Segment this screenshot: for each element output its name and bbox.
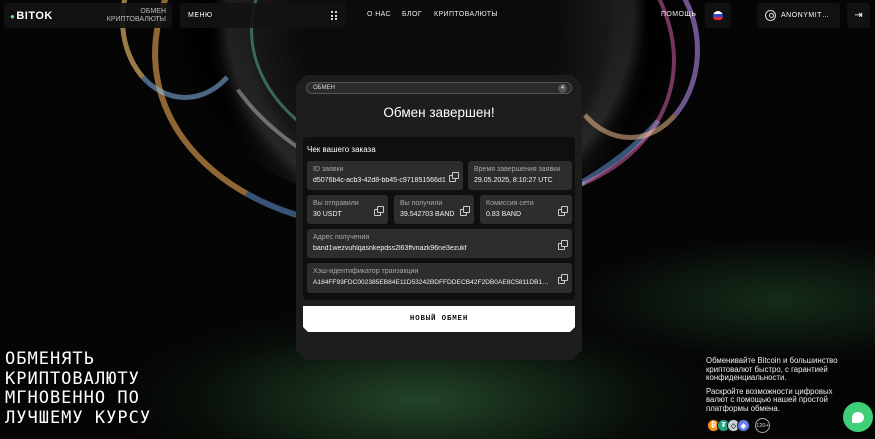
promo-paragraph: Обменивайте Bitcoin и большинство крипто… xyxy=(706,356,838,383)
flag-ru-icon xyxy=(713,10,723,21)
menu-label: МЕНЮ xyxy=(188,12,213,19)
logo-text: BITOK xyxy=(16,9,53,22)
nav-link-cryptocurrencies[interactable]: КРИПТОВАЛЮТЫ xyxy=(434,11,498,18)
copy-icon[interactable] xyxy=(558,274,568,284)
user-icon xyxy=(765,10,776,21)
copy-icon[interactable] xyxy=(449,172,459,182)
supported-coins: ₿ ₮ ◇ ◆ 120+ xyxy=(707,418,770,433)
nav-link-about[interactable]: О НАС xyxy=(367,11,391,18)
copy-icon[interactable] xyxy=(558,206,568,216)
grid-icon xyxy=(331,11,338,20)
nav-link-blog[interactable]: БЛОГ xyxy=(402,11,422,18)
field-label: Время завершения заявки xyxy=(474,166,561,173)
field-label: ID заявки xyxy=(313,166,344,173)
field-value: 0.83 BAND xyxy=(486,211,522,218)
chat-button[interactable] xyxy=(843,402,873,432)
progress-step-badge: 4 xyxy=(558,83,567,93)
top-header: ●BITOK ОБМЕН КРИПТОВАЛЮТЫ МЕНЮ О НАС БЛО… xyxy=(0,3,875,28)
field-label: Комиссия сети xyxy=(486,200,534,207)
language-switcher[interactable] xyxy=(705,3,731,28)
field-label: Вы получили xyxy=(400,200,443,207)
copy-icon[interactable] xyxy=(374,206,384,216)
hero-heading: ОБМЕНЯТЬ КРИПТОВАЛЮТУ МГНОВЕННО ПО ЛУЧШЕ… xyxy=(5,349,205,428)
hero-line: ЛУЧШЕМУ КУРСУ xyxy=(5,407,152,428)
modal-title: Обмен завершен! xyxy=(383,105,495,120)
field-label: Вы отправили xyxy=(313,200,359,207)
field-value: 30 USDT xyxy=(313,211,342,218)
field-value: 29.05.2025, 8:10:27 UTC xyxy=(474,177,553,184)
receipt-title: Чек вашего заказа xyxy=(307,145,376,154)
user-menu[interactable]: ANONYMIT… xyxy=(757,3,840,28)
field-value: d5076b4c-acb3-42d8-bb45-c971851566d1 xyxy=(313,177,446,184)
exchange-complete-modal: ОБМЕН 4 Обмен завершен! Чек вашего заказ… xyxy=(296,75,582,360)
chat-icon xyxy=(852,411,864,423)
logout-icon: ⇥ xyxy=(854,10,863,21)
field-tx-hash: Хэш-идентификатор транзакции A184FF93FDC… xyxy=(307,263,572,293)
logo-dot-icon: ● xyxy=(10,11,16,21)
field-receive-address: Адрес получения band1wezvuhlqasnkepdss2l… xyxy=(307,229,572,258)
order-receipt: Чек вашего заказа ID заявки d5076b4c-acb… xyxy=(303,137,575,300)
field-received: Вы получили 39.542703 BAND xyxy=(394,195,474,224)
logo-block[interactable]: ●BITOK ОБМЕН КРИПТОВАЛЮТЫ xyxy=(4,3,172,28)
field-network-fee: Комиссия сети 0.83 BAND xyxy=(480,195,572,224)
promo-paragraph: Раскройте возможности цифровых валют с п… xyxy=(706,386,833,413)
logout-button[interactable]: ⇥ xyxy=(847,3,870,28)
hero-line: КРИПТОВАЛЮТУ xyxy=(5,368,140,389)
ethereum-icon: ◆ xyxy=(737,419,750,432)
user-name: ANONYMIT… xyxy=(781,12,830,19)
field-label: Адрес получения xyxy=(313,234,370,241)
progress-label: ОБМЕН xyxy=(313,85,335,91)
copy-icon[interactable] xyxy=(558,240,568,250)
new-exchange-button[interactable]: НОВЫЙ ОБМЕН xyxy=(303,306,575,332)
nav-link-help[interactable]: ПОМОЩЬ xyxy=(661,11,696,18)
field-value: A184FF93FDC002385EB84E11D53242BDFFDDECB4… xyxy=(313,279,551,286)
menu-button[interactable]: МЕНЮ xyxy=(180,3,346,28)
promo-text: Обменивайте Bitcoin и большинство крипто… xyxy=(706,356,846,419)
hero-line: ОБМЕНЯТЬ xyxy=(5,349,95,369)
logo-subtitle: ОБМЕН КРИПТОВАЛЮТЫ xyxy=(107,8,166,24)
logo-subtitle-line: КРИПТОВАЛЮТЫ xyxy=(106,15,166,23)
field-completed-at: Время завершения заявки 29.05.2025, 8:10… xyxy=(468,161,572,190)
field-value: 39.542703 BAND xyxy=(400,211,455,218)
more-coins-badge[interactable]: 120+ xyxy=(755,418,770,433)
field-order-id: ID заявки d5076b4c-acb3-42d8-bb45-c97185… xyxy=(307,161,463,190)
logo-subtitle-line: ОБМЕН xyxy=(140,7,166,15)
hero-line: МГНОВЕННО ПО xyxy=(5,388,140,408)
logo[interactable]: ●BITOK xyxy=(10,10,53,22)
field-value: band1wezvuhlqasnkepdss2l63ffvnazk96ne3ez… xyxy=(313,245,467,252)
field-sent: Вы отправили 30 USDT xyxy=(307,195,388,224)
step-progress: ОБМЕН 4 xyxy=(306,82,572,94)
field-label: Хэш-идентификатор транзакции xyxy=(313,268,419,275)
copy-icon[interactable] xyxy=(460,206,470,216)
